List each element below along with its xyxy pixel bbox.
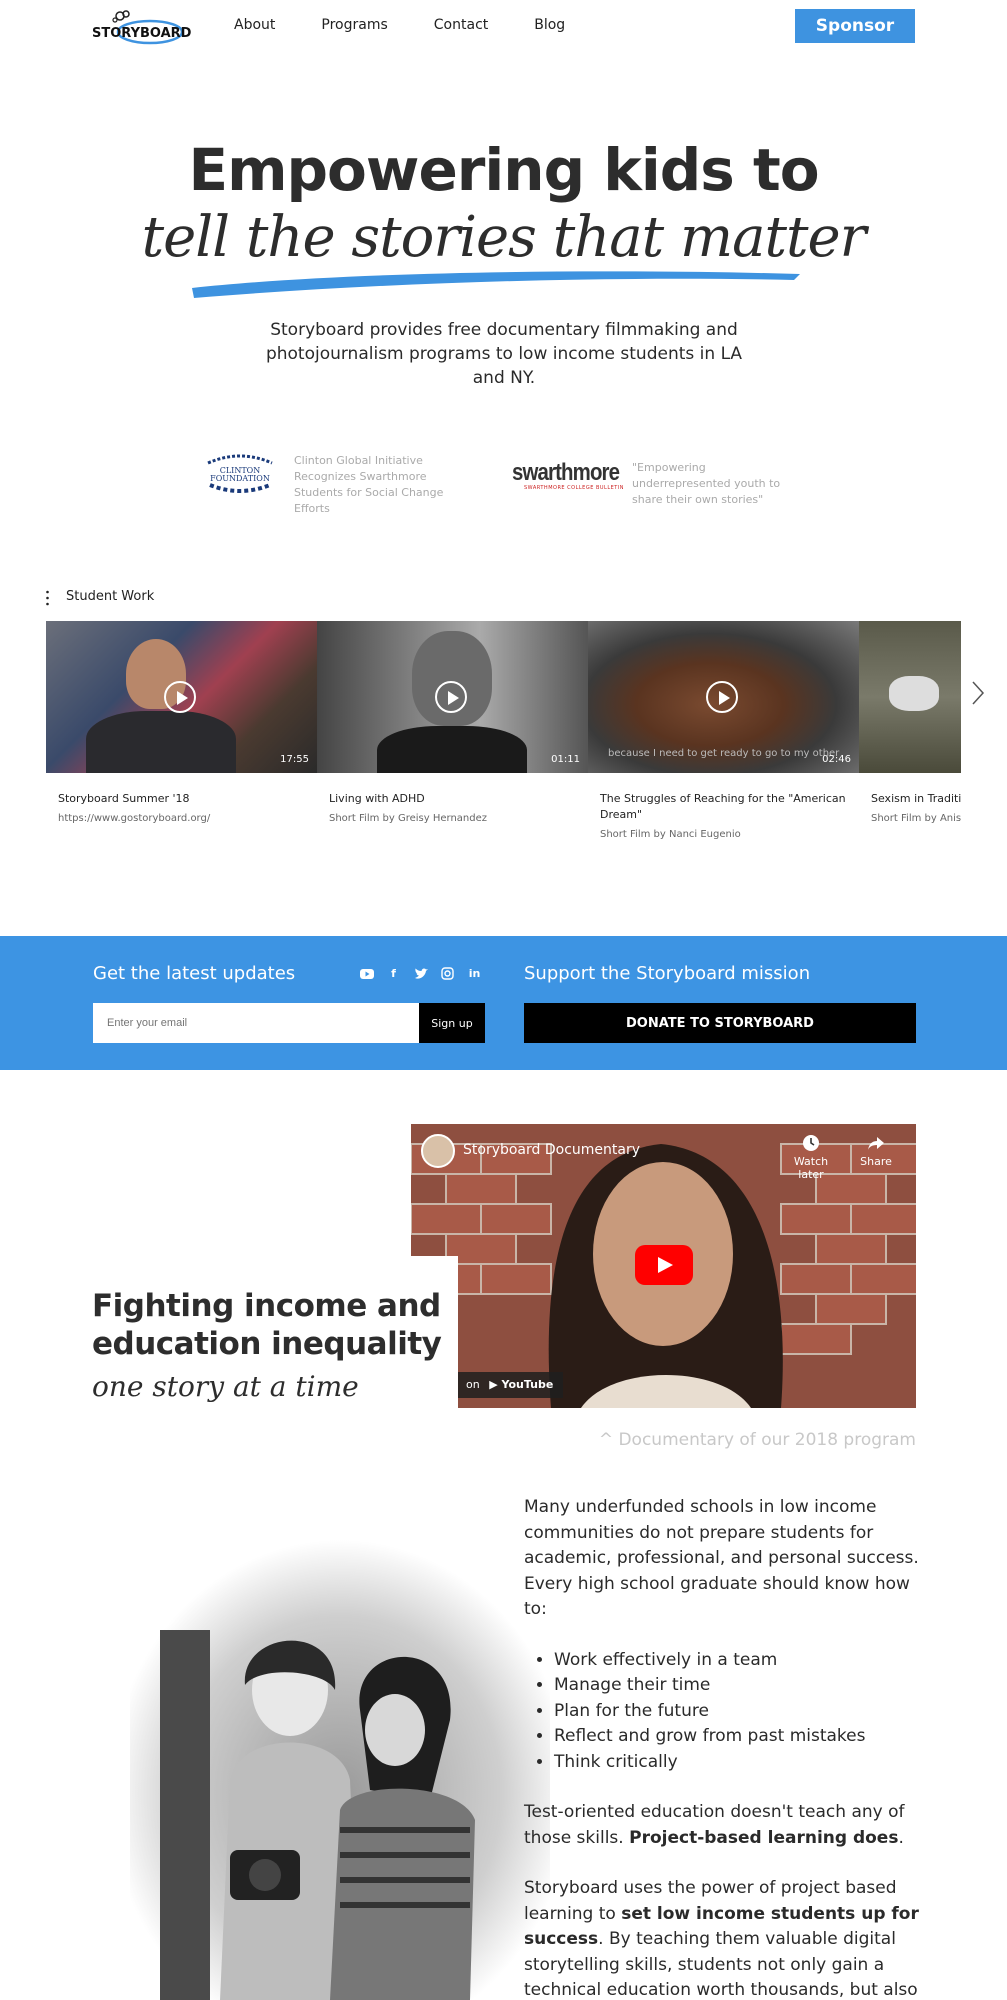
video-thumbnail[interactable]: because I need to get ready to go to my … <box>588 621 859 773</box>
video-duration: 01:11 <box>551 754 580 765</box>
skill-item: Reflect and grow from past mistakes <box>554 1724 924 1750</box>
video-duration: 17:55 <box>280 754 309 765</box>
video-thumbnail[interactable]: 01:11 <box>317 621 588 773</box>
channel-avatar[interactable] <box>421 1134 455 1168</box>
video-title[interactable]: Living with ADHD <box>317 773 588 807</box>
hero-heading: Empowering kids to <box>188 136 819 204</box>
press-quote-clinton: Clinton Global Initiative Recognizes Swa… <box>294 454 444 515</box>
nav-contact[interactable]: Contact <box>434 17 488 33</box>
support-heading: Support the Storyboard mission <box>524 963 811 984</box>
site-header: STORYBOARD About Programs Contact Blog S… <box>0 0 1007 52</box>
youtube-logo-icon: ▶ <box>489 1378 502 1391</box>
svg-text:FOUNDATION: FOUNDATION <box>210 474 270 483</box>
video-duration: 02:46 <box>822 754 851 765</box>
cow-image <box>889 676 939 711</box>
play-icon[interactable] <box>706 681 738 713</box>
video-thumbnail[interactable] <box>859 621 961 773</box>
storyboard-paragraph: Storyboard uses the power of project bas… <box>524 1876 924 2000</box>
video-title[interactable]: Storyboard Summer '18 <box>46 773 317 807</box>
video-subtitle: Short Film by Greisy Hernandez <box>329 813 487 824</box>
skill-item: Think critically <box>554 1750 924 1776</box>
inequality-heading: Fighting income and education inequality <box>92 1288 442 1362</box>
video-card[interactable]: because I need to get ready to go to my … <box>588 621 859 840</box>
video-thumbnail[interactable]: 17:55 <box>46 621 317 773</box>
play-icon[interactable] <box>164 681 196 713</box>
share-button[interactable]: Share <box>851 1134 901 1168</box>
skill-item: Work effectively in a team <box>554 1648 924 1674</box>
swarthmore-logo-subtitle: SWARTHMORE COLLEGE BULLETIN <box>524 485 625 491</box>
updates-heading: Get the latest updates <box>93 963 296 984</box>
svg-text:STORYBOARD: STORYBOARD <box>92 26 192 41</box>
press-quote-swarthmore: "Empowering underrepresented youth to sh… <box>632 461 781 506</box>
video-carousel: 17:55 Storyboard Summer '18 https://www.… <box>46 621 961 841</box>
pbl-paragraph: Test-oriented education doesn't teach an… <box>524 1800 924 1851</box>
video-subtitle: https://www.gostoryboard.org/ <box>58 813 211 824</box>
swarthmore-logo[interactable]: swarthmore <box>512 459 620 487</box>
video-card[interactable]: 17:55 Storyboard Summer '18 https://www.… <box>46 621 317 824</box>
nav-programs[interactable]: Programs <box>321 17 387 33</box>
hero-subtitle: Storyboard provides free documentary fil… <box>265 320 743 388</box>
sponsor-button[interactable]: Sponsor <box>795 9 915 43</box>
social-links: f in <box>359 966 482 981</box>
donate-button[interactable]: DONATE TO STORYBOARD <box>524 1003 916 1043</box>
clock-icon <box>803 1135 819 1151</box>
twitter-icon[interactable] <box>413 966 428 981</box>
hero-tagline: tell the stories that matter <box>141 205 867 270</box>
student-shirt <box>377 726 527 773</box>
video-card[interactable]: Sexism in Traditio Short Film by Anissa <box>859 621 961 824</box>
video-title[interactable]: The Struggles of Reaching for the "Ameri… <box>588 773 859 823</box>
nav-blog[interactable]: Blog <box>534 17 565 33</box>
more-options-icon[interactable] <box>46 590 49 606</box>
mission-intro: Many underfunded schools in low income c… <box>524 1497 919 1619</box>
youtube-logo-label: YouTube <box>501 1378 554 1391</box>
clinton-foundation-logo[interactable]: CLINTON FOUNDATION <box>200 451 280 497</box>
video-caption: because I need to get ready to go to my … <box>608 748 840 759</box>
video-title[interactable]: Storyboard Documentary <box>463 1142 640 1158</box>
watch-on-label: on <box>466 1378 480 1391</box>
student-shirt <box>86 711 236 773</box>
linkedin-icon[interactable]: in <box>467 966 482 981</box>
chevron-right-icon[interactable] <box>970 680 986 706</box>
watch-on-youtube-button[interactable]: on ▶ YouTube <box>456 1372 564 1398</box>
video-card[interactable]: 01:11 Living with ADHD Short Film by Gre… <box>317 621 588 824</box>
signup-button[interactable]: Sign up <box>419 1003 485 1043</box>
video-title[interactable]: Sexism in Traditio <box>859 773 961 807</box>
youtube-icon[interactable] <box>359 966 374 981</box>
watch-later-button[interactable]: Watch later <box>781 1134 841 1181</box>
main-nav: About Programs Contact Blog <box>234 17 565 33</box>
pbl-period: . <box>898 1827 904 1848</box>
email-input[interactable] <box>93 1003 419 1043</box>
video-subtitle: Short Film by Nanci Eugenio <box>600 829 741 840</box>
documentary-caption: ^ Documentary of our 2018 program <box>598 1430 916 1450</box>
skill-item: Manage their time <box>554 1673 924 1699</box>
video-subtitle: Short Film by Anissa <box>871 813 961 824</box>
pbl-emphasis: Project-based learning does <box>629 1827 899 1848</box>
mission-text: Many underfunded schools in low income c… <box>524 1495 924 2000</box>
play-icon[interactable] <box>435 681 467 713</box>
instagram-icon[interactable] <box>440 966 455 981</box>
storyboard-logo[interactable]: STORYBOARD <box>92 6 192 46</box>
share-icon <box>868 1137 884 1150</box>
skills-list: Work effectively in a team Manage their … <box>524 1648 924 1776</box>
youtube-play-button[interactable] <box>635 1245 693 1285</box>
inequality-tagline: one story at a time <box>92 1370 359 1403</box>
youtube-video-embed[interactable]: Storyboard Documentary Watch later Share… <box>411 1124 916 1408</box>
facebook-icon[interactable]: f <box>386 966 401 981</box>
students-photo <box>130 1540 550 2000</box>
nav-about[interactable]: About <box>234 17 275 33</box>
share-label: Share <box>860 1155 892 1168</box>
student-work-title: Student Work <box>66 589 155 604</box>
skill-item: Plan for the future <box>554 1699 924 1725</box>
watch-later-label: Watch later <box>793 1155 829 1181</box>
